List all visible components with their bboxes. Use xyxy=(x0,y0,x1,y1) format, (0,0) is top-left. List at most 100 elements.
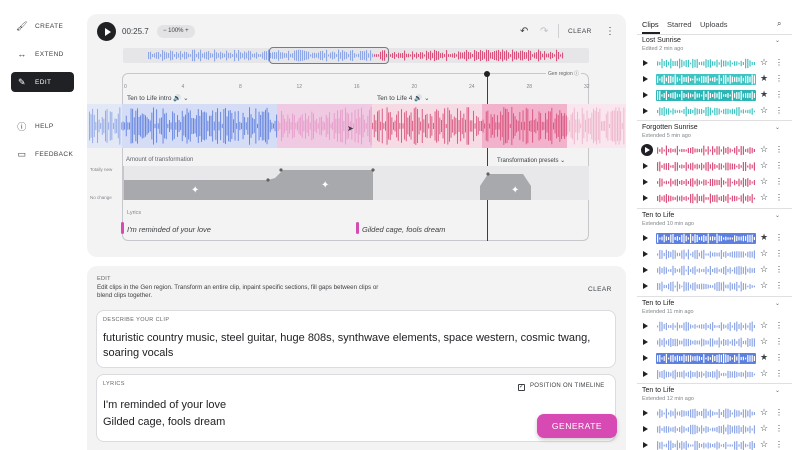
star-outline-icon[interactable]: ☆ xyxy=(760,160,768,171)
clip-row[interactable]: ☆ ⋮ xyxy=(642,407,787,420)
clip-row[interactable]: ☆ ⋮ xyxy=(642,160,787,173)
feedback-button[interactable]: ▭ FEEDBACK xyxy=(11,144,74,164)
play-icon[interactable] xyxy=(643,60,648,66)
clip-row[interactable]: ☆ ⋮ xyxy=(642,176,787,189)
lyric-marker[interactable] xyxy=(121,222,124,234)
chevron-down-icon[interactable]: ⌄ xyxy=(775,124,780,131)
extend-button[interactable]: ↔ EXTEND xyxy=(11,44,74,64)
play-icon[interactable] xyxy=(643,179,648,185)
clip-waveform[interactable] xyxy=(656,74,756,85)
chevron-down-icon[interactable]: ⌄ xyxy=(775,387,780,394)
lyrics-input-line-2[interactable]: Gilded cage, fools dream xyxy=(103,415,225,430)
chevron-down-icon[interactable]: ⌄ xyxy=(775,37,780,44)
clip-row[interactable]: ☆ ⋮ xyxy=(642,57,787,70)
clip-row[interactable]: ☆ ⋮ xyxy=(642,320,787,333)
clip-row[interactable]: ☆ ⋮ xyxy=(642,280,787,293)
playhead-handle[interactable] xyxy=(484,71,490,77)
more-options-icon[interactable]: ⋮ xyxy=(775,321,783,330)
clip-waveform[interactable] xyxy=(656,161,756,172)
redo-icon[interactable]: ↷ xyxy=(540,26,548,37)
generate-button[interactable]: GENERATE xyxy=(537,414,617,438)
tab-clips[interactable]: Clips xyxy=(642,20,659,29)
star-outline-icon[interactable]: ☆ xyxy=(760,280,768,291)
more-options-icon[interactable]: ⋮ xyxy=(775,440,783,449)
more-options-icon[interactable]: ⋮ xyxy=(775,265,783,274)
curve-handle[interactable] xyxy=(266,178,270,182)
zoom-control[interactable]: − 100% + xyxy=(157,25,195,38)
clip-row[interactable]: ☆ ⋮ xyxy=(642,105,787,118)
star-outline-icon[interactable]: ☆ xyxy=(760,105,768,116)
clip-a-label[interactable]: Ten to Life intro 🔊 ⌄ xyxy=(127,94,189,102)
play-icon[interactable] xyxy=(643,76,648,82)
star-outline-icon[interactable]: ☆ xyxy=(760,320,768,331)
clip-waveform[interactable] xyxy=(656,321,756,332)
describe-clip-field[interactable]: DESCRIBE YOUR CLIP futuristic country mu… xyxy=(96,310,616,368)
clip-waveform[interactable] xyxy=(656,440,756,450)
clip-row[interactable]: ☆ ⋮ xyxy=(642,336,787,349)
play-icon[interactable] xyxy=(641,144,653,156)
transformation-chart[interactable]: ✦ ✦ ✦ xyxy=(123,166,589,200)
clip-waveform[interactable] xyxy=(656,353,756,364)
clear-timeline-button[interactable]: CLEAR xyxy=(568,28,592,35)
more-options-icon[interactable]: ⋮ xyxy=(775,74,783,83)
star-filled-icon[interactable]: ★ xyxy=(760,352,768,363)
more-options-icon[interactable]: ⋮ xyxy=(775,106,783,115)
play-icon[interactable] xyxy=(643,235,648,241)
play-icon[interactable] xyxy=(643,371,648,377)
main-waveform[interactable] xyxy=(87,104,626,148)
create-button[interactable]: 🖌 CREATE xyxy=(11,16,74,36)
play-icon[interactable] xyxy=(643,442,648,448)
clip-row[interactable]: ★ ⋮ xyxy=(642,352,787,365)
curve-handle[interactable] xyxy=(279,168,283,172)
lyric-line-1[interactable]: I'm reminded of your love xyxy=(127,225,211,234)
more-options-icon[interactable]: ⋮ xyxy=(775,424,783,433)
play-icon[interactable] xyxy=(643,267,648,273)
clip-waveform[interactable] xyxy=(656,369,756,380)
clip-row[interactable]: ★ ⋮ xyxy=(642,89,787,102)
clip-waveform[interactable] xyxy=(656,281,756,292)
play-icon[interactable] xyxy=(643,251,648,257)
tab-starred[interactable]: Starred xyxy=(667,20,692,29)
play-icon[interactable] xyxy=(643,355,648,361)
more-options-icon[interactable]: ⋮ xyxy=(775,281,783,290)
clip-waveform[interactable] xyxy=(656,424,756,435)
edit-button[interactable]: ✎ EDIT xyxy=(11,72,74,92)
clip-waveform[interactable] xyxy=(656,193,756,204)
more-options-icon[interactable]: ⋮ xyxy=(775,177,783,186)
clip-waveform[interactable] xyxy=(656,265,756,276)
play-icon[interactable] xyxy=(643,108,648,114)
more-options-icon[interactable]: ⋮ xyxy=(775,369,783,378)
clip-row[interactable]: ☆ ⋮ xyxy=(642,192,787,205)
clip-waveform[interactable] xyxy=(656,90,756,101)
play-icon[interactable] xyxy=(643,163,648,169)
overview-window[interactable] xyxy=(269,47,389,64)
lyrics-input-line-1[interactable]: I'm reminded of your love xyxy=(103,398,226,413)
star-filled-icon[interactable]: ★ xyxy=(760,89,768,100)
chevron-down-icon[interactable]: ⌄ xyxy=(775,212,780,219)
undo-icon[interactable]: ↶ xyxy=(520,26,528,37)
star-outline-icon[interactable]: ☆ xyxy=(760,407,768,418)
transformation-presets-dropdown[interactable]: Transformation presets ⌄ xyxy=(497,157,565,164)
more-options-icon[interactable]: ⋮ xyxy=(775,161,783,170)
star-outline-icon[interactable]: ☆ xyxy=(760,264,768,275)
star-outline-icon[interactable]: ☆ xyxy=(760,439,768,450)
more-options-icon[interactable]: ⋮ xyxy=(775,145,783,154)
clip-waveform[interactable] xyxy=(656,145,756,156)
chevron-down-icon[interactable]: ⌄ xyxy=(775,300,780,307)
clip-b-label[interactable]: Ten to Life 4 🔊 ⌄ xyxy=(377,94,430,102)
play-icon[interactable] xyxy=(643,426,648,432)
clip-waveform[interactable] xyxy=(656,58,756,69)
more-options-icon[interactable]: ⋮ xyxy=(775,58,783,67)
clip-waveform[interactable] xyxy=(656,177,756,188)
star-outline-icon[interactable]: ☆ xyxy=(760,144,768,155)
tab-uploads[interactable]: Uploads xyxy=(700,20,728,29)
clip-row[interactable]: ☆ ⋮ xyxy=(642,264,787,277)
more-options-icon[interactable]: ⋮ xyxy=(775,249,783,258)
more-options-icon[interactable]: ⋮ xyxy=(775,353,783,362)
play-icon[interactable] xyxy=(643,339,648,345)
clip-row[interactable]: ☆ ⋮ xyxy=(642,423,787,436)
star-filled-icon[interactable]: ★ xyxy=(760,232,768,243)
clip-row[interactable]: ★ ⋮ xyxy=(642,232,787,245)
position-on-timeline-checkbox[interactable]: ✓ POSITION ON TIMELINE xyxy=(518,383,605,391)
edit-clear-button[interactable]: CLEAR xyxy=(588,286,612,293)
